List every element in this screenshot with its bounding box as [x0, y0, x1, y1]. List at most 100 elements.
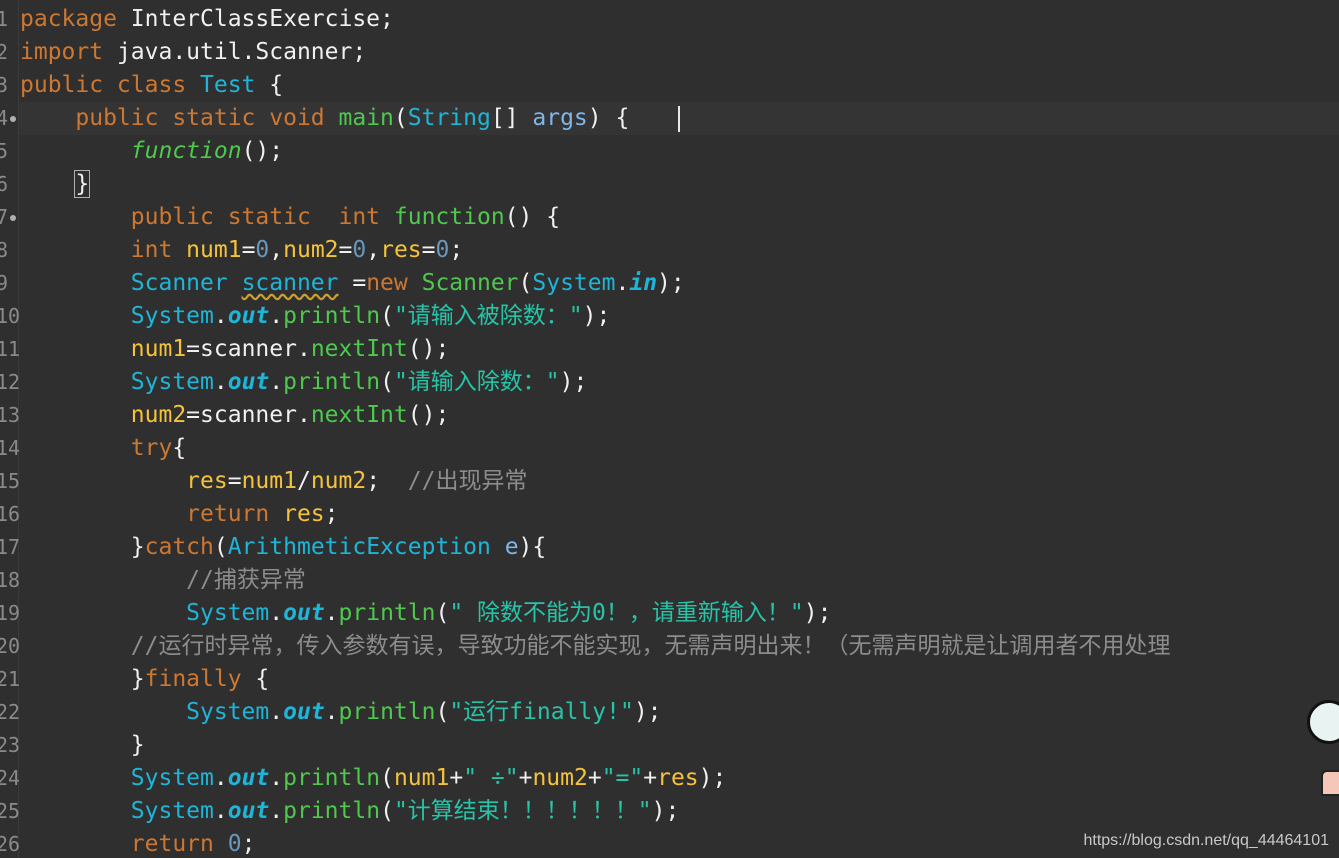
line-number: 6	[0, 172, 9, 196]
code-token: ;	[324, 501, 339, 527]
code-token: res	[380, 237, 422, 263]
code-line[interactable]: num1=scanner.nextInt();	[20, 333, 450, 366]
code-token: num1	[241, 468, 297, 494]
code-token: System	[130, 369, 214, 395]
code-token: "="	[601, 765, 644, 791]
line-number: 8	[0, 238, 9, 262]
code-token: }	[20, 732, 145, 758]
code-token: String	[407, 105, 491, 131]
code-token: ArithmeticException	[227, 534, 505, 560]
line-number: 13	[0, 403, 21, 427]
code-token: .	[213, 369, 228, 395]
code-token: System	[130, 303, 214, 329]
code-line[interactable]: num2=scanner.nextInt();	[20, 399, 450, 432]
code-line[interactable]: }catch(ArithmeticException e){	[20, 531, 546, 564]
code-line[interactable]: package InterClassExercise;	[20, 3, 394, 36]
line-number: 24	[0, 766, 21, 790]
code-token: (	[380, 369, 394, 395]
code-line[interactable]: import java.util.Scanner;	[20, 36, 366, 69]
code-token: System	[186, 600, 270, 626]
code-token: try	[130, 435, 173, 461]
code-token: (	[380, 303, 394, 329]
code-token: ,	[366, 237, 381, 263]
code-line[interactable]: function();	[20, 135, 283, 168]
code-line[interactable]: System.out.println(num1+" ÷"+num2+"="+re…	[20, 762, 727, 795]
line-number: 22	[0, 700, 21, 724]
line-number: 16	[0, 502, 21, 526]
code-token: res	[186, 468, 228, 494]
code-line[interactable]: }	[20, 168, 91, 201]
code-line[interactable]: return 0;	[20, 828, 256, 858]
fold-marker-icon[interactable]	[10, 215, 16, 221]
code-token: "请输入被除数："	[393, 303, 583, 329]
code-token: package	[20, 6, 131, 32]
line-number: 23	[0, 733, 21, 757]
code-token: Scanner	[130, 270, 242, 296]
code-token: println	[283, 765, 381, 791]
code-line[interactable]: public class Test {	[20, 69, 283, 102]
code-token: out	[283, 699, 325, 725]
code-editor[interactable]: 1 2 3 4 5 6 7 8 9 10 11 12 13 14 15 16 17 18 19 20 21 22 23 24 2…	[0, 0, 1339, 858]
code-line[interactable]: System.out.println("计算结束！！！！！！");	[20, 795, 680, 828]
code-line[interactable]: try{	[20, 432, 186, 465]
code-token: (	[518, 270, 533, 296]
code-token: .	[213, 798, 228, 824]
code-line[interactable]: //运行时异常，传入参数有误，导致功能不能实现，无需声明出来！（无需声明就是让调…	[20, 630, 1171, 663]
code-token: num2	[532, 765, 588, 791]
code-token: );	[803, 600, 832, 626]
code-line[interactable]: Scanner scanner =new Scanner(System.in);	[20, 267, 685, 300]
code-token: );	[582, 303, 611, 329]
code-line[interactable]: public static int function() {	[20, 201, 560, 234]
line-number: 21	[0, 667, 21, 691]
code-line[interactable]: System.out.println("运行finally!");	[20, 696, 661, 729]
code-token: "运行finally!"	[449, 699, 634, 725]
line-number: 5	[0, 139, 9, 163]
code-token: ;	[366, 468, 408, 494]
code-token: =	[186, 402, 201, 428]
code-token: System	[130, 798, 214, 824]
code-token: .	[213, 303, 228, 329]
line-number: 20	[0, 634, 21, 658]
code-line[interactable]: public static void main(String[] args) {	[20, 102, 629, 135]
code-line[interactable]: int num1=0,num2=0,res=0;	[20, 234, 463, 267]
code-token: scanner.	[200, 402, 311, 428]
line-number: 1	[0, 7, 9, 31]
code-token: (	[435, 699, 450, 725]
code-line[interactable]: //捕获异常	[20, 564, 306, 597]
code-token: println	[283, 369, 381, 395]
code-line[interactable]: }finally {	[20, 663, 270, 696]
code-token: =	[186, 336, 201, 362]
code-token: Test	[200, 72, 256, 98]
code-token: new	[366, 270, 422, 296]
code-line[interactable]: res=num1/num2; //出现异常	[20, 465, 527, 498]
code-line[interactable]: System.out.println(" 除数不能为0！，请重新输入！");	[20, 597, 831, 630]
code-token: /	[296, 468, 311, 494]
code-line[interactable]: System.out.println("请输入除数：");	[20, 366, 588, 399]
code-token: scanner	[241, 270, 339, 296]
code-token: 0	[227, 831, 242, 857]
code-token: );	[657, 270, 685, 296]
code-token: out	[283, 600, 325, 626]
sticker-emoji-icon	[1307, 700, 1339, 744]
code-token: System	[186, 699, 270, 725]
code-line[interactable]: return res;	[20, 498, 339, 531]
code-line[interactable]: }	[20, 729, 145, 762]
code-token: println	[338, 600, 436, 626]
code-token: res	[657, 765, 699, 791]
code-token: 0	[255, 237, 270, 263]
fold-marker-icon[interactable]	[10, 116, 16, 122]
code-token: args	[532, 105, 588, 131]
code-token: (	[393, 105, 408, 131]
code-token: num1	[130, 336, 187, 362]
code-line[interactable]: System.out.println("请输入被除数：");	[20, 300, 611, 333]
code-token: nextInt	[310, 336, 408, 362]
line-number-gutter[interactable]: 1 2 3 4 5 6 7 8 9 10 11 12 13 14 15 16 17 18 19 20 21 22 23 24 2…	[0, 0, 21, 858]
code-token: scanner.	[200, 336, 311, 362]
line-number: 26	[0, 832, 21, 856]
